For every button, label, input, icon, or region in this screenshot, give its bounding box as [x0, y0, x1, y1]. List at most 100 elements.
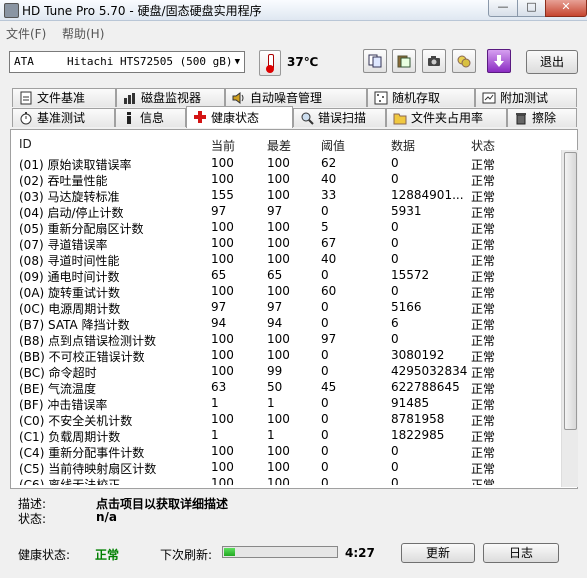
table-row[interactable]: (B8) 点到点错误检测计数 100 100 97 0 正常 [11, 331, 563, 348]
cell-current: 65 [211, 268, 227, 282]
cell-threshold: 0 [321, 300, 329, 314]
table-row[interactable]: (08) 寻道时间性能 100 100 40 0 正常 [11, 251, 563, 268]
cell-threshold: 33 [321, 188, 337, 202]
health-status-label: 健康状态: [18, 548, 71, 562]
table-row[interactable]: (0C) 电源周期计数 97 97 0 5166 正常 [11, 299, 563, 316]
file-benchmark-icon [20, 91, 32, 105]
cell-threshold: 0 [321, 460, 329, 474]
cell-current: 1 [211, 396, 219, 410]
temperature-readout: 37℃ [287, 55, 319, 69]
arrow-down-icon [494, 55, 504, 67]
table-row[interactable]: (C6) 离线无法校正 100 100 0 0 正常 [11, 475, 563, 485]
table-row[interactable]: (BB) 不可校正错误计数 100 100 0 3080192 正常 [11, 347, 563, 364]
cell-current: 100 [211, 156, 234, 170]
scrollbar-thumb[interactable] [564, 152, 577, 430]
col-worst[interactable]: 最差 [267, 137, 291, 154]
update-button[interactable]: 更新 [401, 543, 475, 563]
tab-erase[interactable]: 擦除 [507, 108, 577, 127]
cell-data: 4295032834 [391, 364, 468, 378]
col-threshold[interactable]: 阈值 [321, 137, 345, 154]
tab-random-access[interactable]: 随机存取 [367, 88, 475, 107]
tab-label: 文件夹占用率 [411, 111, 484, 125]
table-row[interactable]: (0A) 旋转重试计数 100 100 60 0 正常 [11, 283, 563, 300]
trash-icon [516, 113, 526, 125]
tab-folder-usage[interactable]: 文件夹占用率 [386, 108, 507, 127]
table-row[interactable]: (02) 吞吐量性能 100 100 40 0 正常 [11, 171, 563, 188]
cell-threshold: 45 [321, 380, 337, 394]
info-icon [127, 112, 131, 124]
save-button[interactable] [487, 49, 511, 73]
cell-worst: 100 [267, 460, 290, 474]
minimize-button[interactable]: — [488, 0, 518, 17]
table-row[interactable]: (B7) SATA 降挡计数 94 94 0 6 正常 [11, 315, 563, 332]
table-row[interactable]: (BC) 命令超时 100 99 0 4295032834 正常 [11, 363, 563, 380]
table-row[interactable]: (C1) 负载周期计数 1 1 0 1822985 正常 [11, 427, 563, 444]
drive-select-value: ATA Hitachi HTS72505 (500 gB) [14, 55, 233, 68]
cell-data: 0 [391, 220, 399, 234]
cell-worst: 94 [267, 316, 283, 330]
camera-button[interactable] [422, 49, 446, 73]
menu-file[interactable]: 文件(F) [6, 25, 46, 42]
red-cross-icon [194, 111, 206, 123]
cell-data: 12884901... [391, 188, 464, 202]
tab-file-benchmark[interactable]: 文件基准 [12, 88, 116, 107]
vertical-scrollbar[interactable] [561, 150, 578, 487]
cell-worst: 1 [267, 396, 275, 410]
tab-extra-tests[interactable]: 附加测试 [475, 88, 577, 107]
copy-screenshot-button[interactable] [392, 49, 416, 73]
tab-disk-monitor[interactable]: 磁盘监视器 [116, 88, 225, 107]
magnifier-icon [301, 112, 314, 125]
col-status[interactable]: 状态 [471, 137, 495, 154]
col-data[interactable]: 数据 [391, 137, 415, 154]
cell-data: 91485 [391, 396, 430, 410]
health-status-value: 正常 [95, 548, 120, 562]
drive-select[interactable]: ATA Hitachi HTS72505 (500 gB) ▼ [9, 51, 245, 73]
refresh-progress-fill [224, 548, 235, 556]
copy-info-button[interactable] [363, 49, 387, 73]
cell-current: 100 [211, 364, 234, 378]
maximize-button[interactable]: □ [517, 0, 546, 17]
table-row[interactable]: (07) 寻道错误率 100 100 67 0 正常 [11, 235, 563, 252]
table-row[interactable]: (04) 启动/停止计数 97 97 0 5931 正常 [11, 203, 563, 220]
exit-button[interactable]: 退出 [526, 50, 578, 74]
table-row[interactable]: (03) 马达旋转标准 155 100 33 12884901... 正常 [11, 187, 563, 204]
menu-help[interactable]: 帮助(H) [62, 25, 104, 42]
table-row[interactable]: (09) 通电时间计数 65 65 0 15572 正常 [11, 267, 563, 284]
cell-current: 100 [211, 220, 234, 234]
next-refresh-label: 下次刷新: [160, 548, 213, 562]
cell-current: 1 [211, 428, 219, 442]
table-row[interactable]: (C0) 不安全关机计数 100 100 0 8781958 正常 [11, 411, 563, 428]
cell-threshold: 0 [321, 268, 329, 282]
cell-worst: 100 [267, 252, 290, 266]
tab-health[interactable]: 健康状态 [186, 106, 293, 128]
table-row[interactable]: (BE) 气流温度 63 50 45 622788645 正常 [11, 379, 563, 396]
cell-id: (C6) 离线无法校正 [19, 478, 121, 485]
cell-current: 100 [211, 332, 234, 346]
cell-worst: 50 [267, 380, 283, 394]
options-button[interactable] [452, 49, 476, 73]
col-current[interactable]: 当前 [211, 137, 235, 154]
cell-current: 97 [211, 204, 227, 218]
tab-benchmark[interactable]: 基准测试 [12, 108, 115, 127]
cell-data: 0 [391, 172, 399, 186]
cell-current: 100 [211, 412, 234, 426]
table-row[interactable]: (C5) 当前待映射扇区计数 100 100 0 0 正常 [11, 459, 563, 476]
tab-label: 信息 [140, 111, 165, 125]
table-row[interactable]: (BF) 冲击错误率 1 1 0 91485 正常 [11, 395, 563, 412]
table-row[interactable]: (C4) 重新分配事件计数 100 100 0 0 正常 [11, 443, 563, 460]
tab-error-scan[interactable]: 错误扫描 [293, 108, 386, 127]
table-row[interactable]: (01) 原始读取错误率 100 100 62 0 正常 [11, 155, 563, 172]
cell-threshold: 0 [321, 396, 329, 410]
cell-worst: 1 [267, 428, 275, 442]
table-row[interactable]: (05) 重新分配扇区计数 100 100 5 0 正常 [11, 219, 563, 236]
cell-worst: 100 [267, 476, 290, 485]
log-button[interactable]: 日志 [483, 543, 559, 563]
cell-status: 正常 [471, 478, 496, 485]
cell-threshold: 40 [321, 252, 337, 266]
tab-acoustic-management[interactable]: 自动噪音管理 [225, 88, 367, 107]
col-id[interactable]: ID [19, 137, 32, 151]
cell-worst: 100 [267, 188, 290, 202]
close-button[interactable]: ✕ [545, 0, 587, 17]
tab-info[interactable]: 信息 [115, 108, 186, 127]
cell-threshold: 0 [321, 316, 329, 330]
